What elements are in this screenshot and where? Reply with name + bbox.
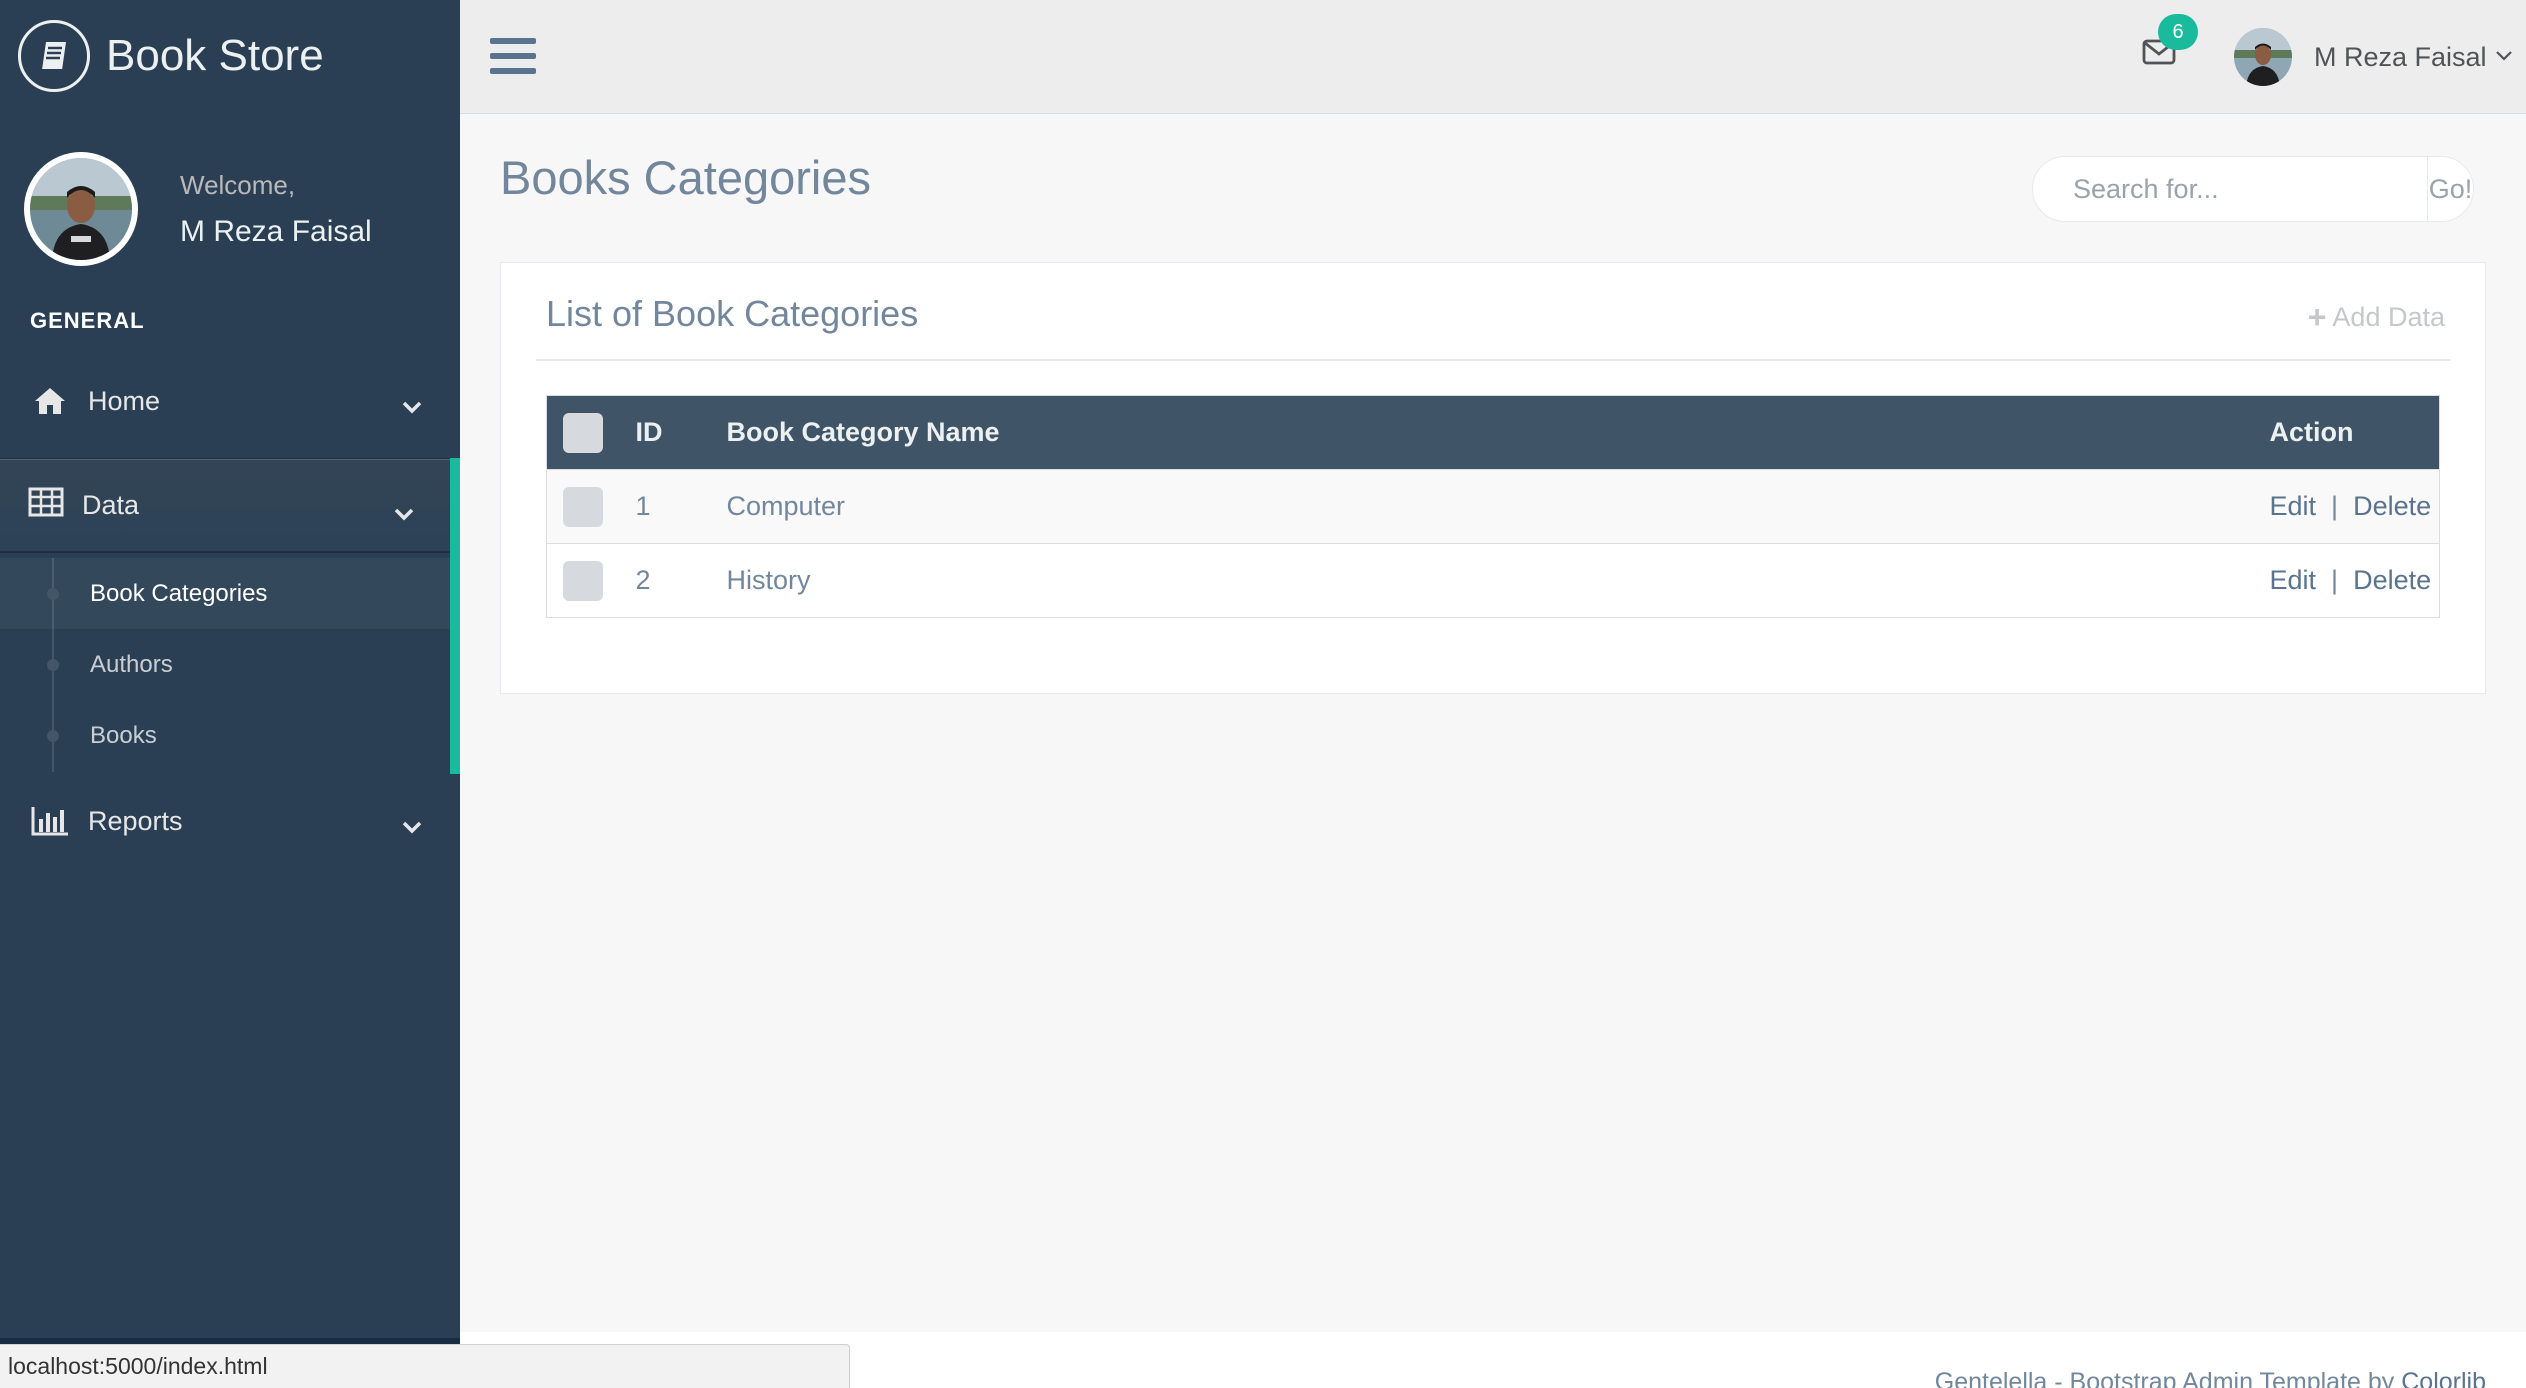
add-data-label: Add Data: [2332, 302, 2445, 332]
edit-link[interactable]: Edit: [2270, 491, 2317, 521]
select-all-checkbox[interactable]: [563, 412, 603, 453]
menu-toggle-icon[interactable]: [490, 36, 536, 81]
sidebar-subitem-books[interactable]: Books: [0, 700, 450, 771]
sidebar-item-label: Reports: [88, 805, 183, 836]
search-input[interactable]: [2033, 157, 2427, 221]
sidebar-item-label: Data: [82, 489, 140, 520]
brand-title: Book Store: [106, 31, 324, 80]
profile-name: M Reza Faisal: [180, 214, 372, 248]
delete-link[interactable]: Delete: [2353, 565, 2431, 595]
sidebar-group-data: Data Book Categories Authors Books: [0, 458, 460, 774]
row-select-cell: [546, 469, 636, 544]
sidebar-item-reports[interactable]: Reports: [0, 776, 460, 866]
top-user-name: M Reza Faisal: [2314, 41, 2487, 72]
chevron-down-icon: [394, 497, 414, 528]
sidebar-subitem-authors[interactable]: Authors: [0, 629, 450, 700]
chevron-down-icon: [402, 390, 422, 421]
page-title: Books Categories: [500, 151, 871, 204]
action-separator: |: [2323, 565, 2346, 595]
home-icon: [28, 381, 72, 421]
avatar[interactable]: [24, 152, 138, 266]
chevron-down-icon: [2495, 48, 2513, 66]
sidebar-item-home[interactable]: Home: [0, 356, 460, 446]
add-data-button[interactable]: + Add Data: [2308, 299, 2445, 336]
sidebar-subitem-label: Book Categories: [90, 579, 268, 607]
row-checkbox[interactable]: [563, 560, 603, 601]
search-go-button[interactable]: Go!: [2427, 157, 2473, 221]
sidebar-subitem-label: Books: [90, 721, 157, 749]
browser-status-bar: localhost:5000/index.html: [0, 1344, 850, 1388]
book-icon: [18, 20, 90, 92]
sidebar-subitem-book-categories[interactable]: Book Categories: [0, 558, 450, 629]
sidebar-item-data[interactable]: Data: [0, 458, 450, 552]
status-url: localhost:5000/index.html: [8, 1353, 268, 1379]
panel-title: List of Book Categories: [546, 293, 919, 334]
row-checkbox[interactable]: [563, 486, 603, 527]
sidebar-item-label: Home: [88, 385, 161, 416]
table-header-row: ID Book Category Name Action: [546, 395, 2440, 470]
plus-icon: +: [2307, 299, 2327, 335]
cell-action: Edit | Delete: [2269, 543, 2440, 618]
menu-section-title: GENERAL: [30, 308, 145, 333]
delete-link[interactable]: Delete: [2353, 491, 2431, 521]
column-header-action: Action: [2269, 395, 2440, 470]
cell-name: Computer: [726, 469, 2270, 544]
mail-count-badge: 6: [2158, 14, 2198, 50]
table-row: 1 Computer Edit | Delete: [546, 469, 2440, 544]
top-nav: 6 M Reza Faisal: [460, 0, 2526, 114]
user-profile-dropdown[interactable]: M Reza Faisal: [2234, 28, 2513, 86]
bar-chart-icon: [28, 801, 72, 841]
bullet-icon: [47, 659, 59, 671]
sidebar-subitem-label: Authors: [90, 650, 173, 678]
bullet-icon: [47, 588, 59, 600]
edit-link[interactable]: Edit: [2270, 565, 2317, 595]
brand[interactable]: Book Store: [0, 0, 460, 112]
row-select-cell: [546, 543, 636, 618]
sidebar-submenu: Book Categories Authors Books: [0, 558, 450, 772]
welcome-text: Welcome,: [180, 169, 296, 200]
header-select-cell: [546, 395, 636, 470]
footer-text: Gentelella - Bootstrap Admin Template by…: [1935, 1368, 2486, 1388]
column-header-name: Book Category Name: [726, 395, 2270, 470]
colorlib-link[interactable]: Colorlib: [2401, 1368, 2486, 1388]
categories-panel: List of Book Categories + Add Data ID Bo…: [500, 262, 2486, 694]
cell-name: History: [726, 543, 2270, 618]
cell-id: 1: [635, 469, 727, 544]
column-header-id: ID: [635, 395, 727, 470]
sidebar: Book Store Welcome, M Reza Faisal GENERA…: [0, 0, 460, 1388]
avatar: [2234, 28, 2292, 86]
table-icon: [28, 487, 64, 524]
search-group: Go!: [2032, 156, 2474, 222]
table-row: 2 History Edit | Delete: [546, 543, 2440, 618]
categories-table: ID Book Category Name Action 1 Computer …: [546, 395, 2440, 618]
active-indicator: [450, 458, 460, 774]
cell-id: 2: [635, 543, 727, 618]
footer-credit: Gentelella - Bootstrap Admin Template by: [1934, 1368, 2402, 1388]
action-separator: |: [2323, 491, 2346, 521]
cell-action: Edit | Delete: [2269, 469, 2440, 544]
bullet-icon: [47, 730, 59, 742]
chevron-down-icon: [402, 810, 422, 841]
profile: Welcome, M Reza Faisal: [24, 152, 372, 266]
divider: [536, 359, 2451, 361]
